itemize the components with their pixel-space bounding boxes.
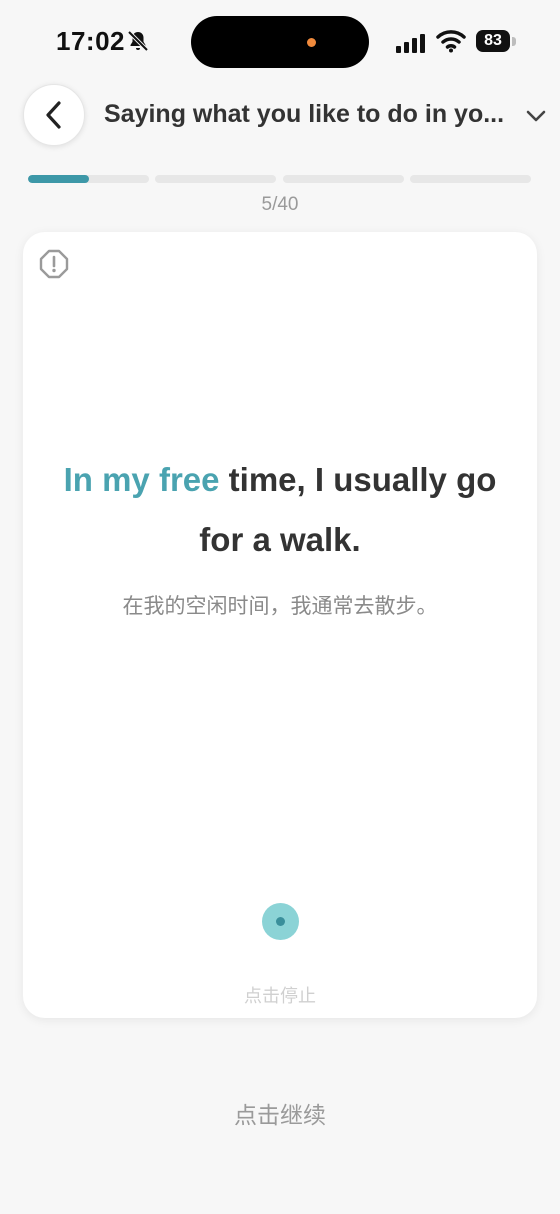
progress-bar xyxy=(28,175,532,183)
bell-off-icon xyxy=(127,30,149,52)
lesson-title: Saying what you like to do in yo... xyxy=(104,100,505,128)
status-bar: 17:02 83 xyxy=(0,0,560,84)
audio-playing-indicator[interactable] xyxy=(262,903,299,940)
english-sentence: In my free time, I usually go for a walk… xyxy=(47,450,513,570)
chevron-down-icon[interactable] xyxy=(524,106,548,126)
sentence-highlight: In my free xyxy=(63,461,220,498)
chinese-translation: 在我的空闲时间，我通常去散步。 xyxy=(122,594,438,618)
dynamic-island xyxy=(191,16,369,68)
continue-button[interactable]: 点击继续 xyxy=(0,1096,560,1130)
sentence-text: time, I usually go xyxy=(219,461,497,498)
stop-button[interactable]: 点击停止 xyxy=(23,982,537,1008)
wifi-icon xyxy=(436,30,466,53)
progress-segment xyxy=(28,175,149,183)
back-button[interactable] xyxy=(23,84,85,146)
progress-count: 5/40 xyxy=(261,194,299,215)
progress-segment xyxy=(283,175,404,183)
battery-tip xyxy=(512,37,516,46)
sentence-text-line2: for a walk. xyxy=(199,521,361,558)
progress-segment xyxy=(410,175,531,183)
progress-segment xyxy=(155,175,276,183)
signal-icon xyxy=(396,34,425,53)
status-time: 17:02 xyxy=(56,26,125,56)
progress-segment-fill xyxy=(28,175,89,183)
battery-icon: 83 xyxy=(476,30,510,52)
audio-dot-icon xyxy=(276,917,285,926)
phrase-card: In my free time, I usually go for a walk… xyxy=(23,232,537,1018)
mic-indicator-icon xyxy=(307,38,316,47)
chevron-left-icon xyxy=(46,101,61,129)
alert-octagon-icon[interactable] xyxy=(39,249,69,279)
